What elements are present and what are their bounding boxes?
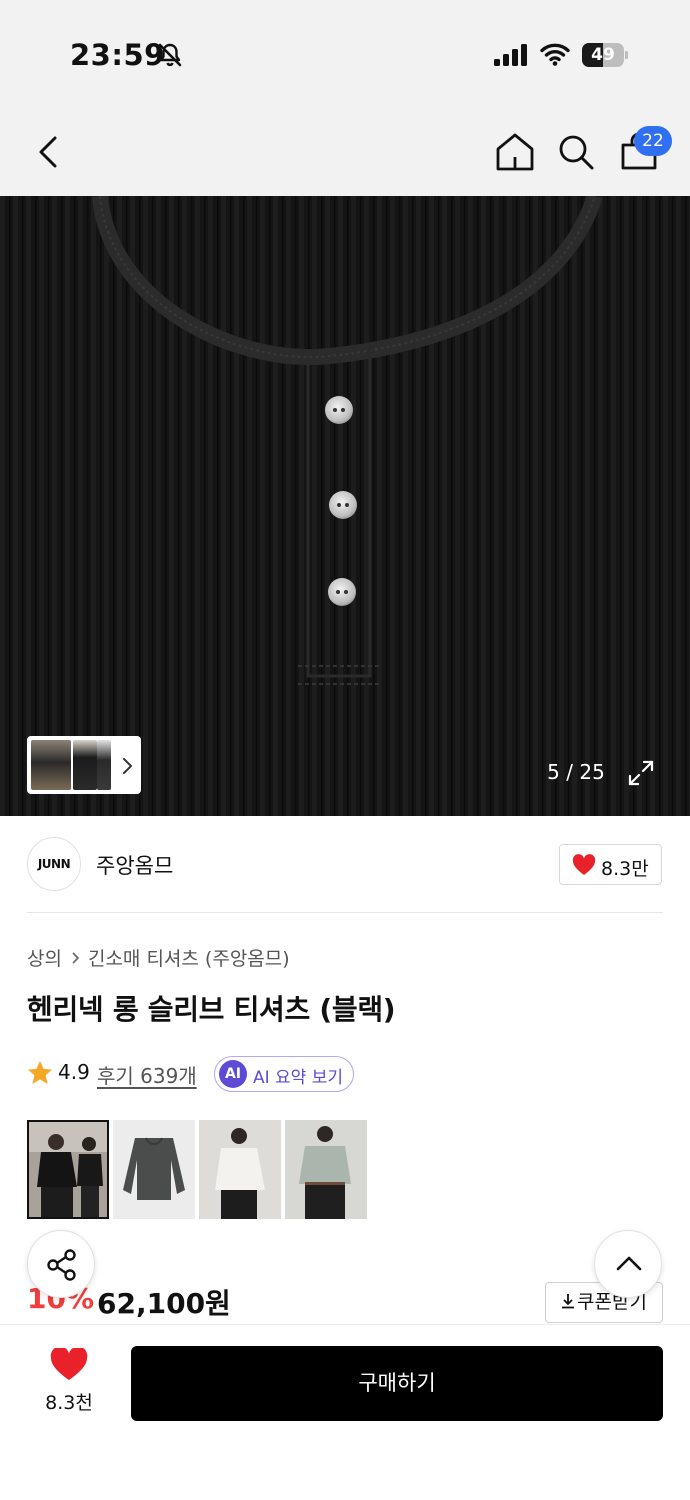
brand-logo[interactable]: JUNN [27,837,81,891]
status-time: 23:59 [70,38,165,72]
signal-icon [494,44,527,66]
heart-icon [572,854,596,875]
heart-icon[interactable] [50,1348,88,1382]
divider [27,912,663,913]
rating-value: 4.9 [58,1060,90,1084]
ai-summary-button[interactable]: AI AI 요약 보기 [214,1056,354,1092]
chevron-right-icon [72,952,80,964]
brand-like-count: 8.3만 [601,858,649,880]
product-like-count: 8.3천 [45,1392,93,1414]
star-icon [28,1061,52,1084]
buy-button[interactable]: 구매하기 [131,1346,663,1421]
scroll-top-button[interactable] [594,1230,662,1298]
color-variant-black[interactable] [27,1120,109,1219]
breadcrumb: 상의 긴소매 티셔츠 (주앙옴므) [27,944,290,971]
ai-summary-label: AI 요약 보기 [253,1068,344,1088]
expand-icon[interactable] [626,758,656,788]
product-title: 헨리넥 롱 슬리브 티셔츠 (블랙) [27,993,396,1026]
color-variant-list [27,1120,387,1220]
brand-name[interactable]: 주앙옴므 [96,850,173,880]
chevron-right-icon[interactable] [118,756,136,776]
nav-bar [0,110,690,196]
breadcrumb-item[interactable]: 상의 [27,948,62,970]
battery-icon: 49 [582,43,628,67]
ai-badge: AI [219,1060,247,1088]
chevron-left-icon[interactable] [30,130,70,174]
color-variant-mint[interactable] [285,1120,367,1219]
brand-like-button[interactable]: 8.3만 [559,844,662,885]
sale-price: 62,100원 [97,1287,231,1320]
battery-level: 49 [591,45,615,65]
breadcrumb-item[interactable]: 긴소매 티셔츠 (주앙옴므) [88,948,290,970]
thumbnail-image [31,740,71,790]
color-variant-white[interactable] [199,1120,281,1219]
variant-image [199,1120,281,1219]
download-icon [562,1294,575,1309]
cart-count-badge: 22 [634,126,672,156]
variant-image [29,1122,107,1217]
variant-image [285,1120,367,1219]
review-link[interactable]: 후기 639개 [97,1060,197,1089]
rating-row: 4.9 후기 639개 AI AI 요약 보기 [27,1056,667,1092]
home-icon[interactable] [494,130,536,174]
color-variant-charcoal[interactable] [113,1120,195,1219]
thumbnail-image [73,740,97,790]
search-icon[interactable] [556,130,596,174]
shirt-photo [0,196,690,816]
share-icon [47,1249,76,1281]
product-image[interactable] [0,196,690,816]
variant-image [113,1120,195,1219]
thumbnail-image [97,740,111,790]
chevron-up-icon [616,1256,642,1271]
status-bar: 23:59 49 [0,0,690,110]
image-counter: 5 / 25 [547,760,605,784]
bell-slash-icon [158,43,182,67]
wifi-icon [540,43,570,66]
share-button[interactable] [27,1230,95,1298]
